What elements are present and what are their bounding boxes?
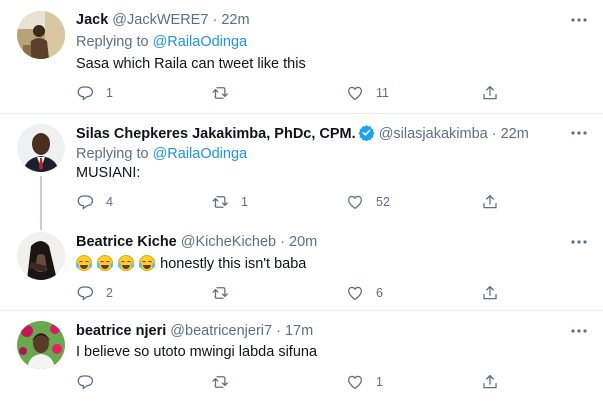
reply-button[interactable]: 2 bbox=[76, 283, 113, 303]
share-icon bbox=[483, 194, 497, 209]
reply-icon bbox=[77, 375, 94, 390]
like-button[interactable]: 6 bbox=[346, 283, 383, 303]
replying-to: Replying to @RailaOdinga bbox=[76, 145, 247, 163]
more-icon[interactable] bbox=[569, 125, 589, 141]
replying-to-label: Replying to bbox=[76, 34, 149, 50]
timestamp[interactable]: 17m bbox=[285, 323, 313, 339]
avatar[interactable] bbox=[17, 11, 65, 59]
avatar[interactable] bbox=[17, 232, 65, 280]
like-icon bbox=[347, 286, 363, 301]
user-handle[interactable]: @KicheKicheb bbox=[181, 234, 276, 250]
like-button[interactable]: 1 bbox=[346, 372, 383, 392]
like-button[interactable]: 11 bbox=[346, 83, 389, 103]
display-name[interactable]: Jack bbox=[76, 12, 108, 28]
like-count: 1 bbox=[376, 375, 383, 389]
retweet-button[interactable] bbox=[211, 83, 241, 103]
avatar[interactable] bbox=[17, 124, 65, 172]
timestamp[interactable]: 22m bbox=[501, 126, 529, 142]
conversation-feed: Jack @JackWERE7 · 22m Replying to @Raila… bbox=[0, 0, 603, 403]
reply-button[interactable] bbox=[76, 372, 106, 392]
reply-count: 4 bbox=[106, 195, 113, 209]
like-icon bbox=[347, 86, 363, 101]
reply-count: 2 bbox=[106, 286, 113, 300]
share-icon bbox=[483, 85, 497, 100]
tweet-header: beatrice njeri @beatricenjeri7 · 17m bbox=[76, 322, 313, 340]
display-name[interactable]: Beatrice Kiche bbox=[76, 234, 177, 250]
reply-button[interactable]: 4 bbox=[76, 192, 113, 212]
tweet-header: Beatrice Kiche @KicheKicheb · 20m bbox=[76, 233, 317, 251]
more-icon[interactable] bbox=[569, 323, 589, 339]
timestamp[interactable]: 20m bbox=[289, 234, 317, 250]
tweet-beatrice-njeri[interactable]: beatrice njeri @beatricenjeri7 · 17m I b… bbox=[0, 311, 603, 403]
like-icon bbox=[347, 375, 363, 390]
share-icon bbox=[483, 374, 497, 389]
action-bar: 1 11 bbox=[76, 83, 596, 103]
separator-dot: · bbox=[212, 12, 218, 28]
like-button[interactable]: 52 bbox=[346, 192, 390, 212]
tweet-header: Jack @JackWERE7 · 22m bbox=[76, 11, 250, 29]
retweet-icon bbox=[212, 87, 228, 99]
action-bar: 4 1 52 bbox=[76, 192, 596, 212]
display-name[interactable]: beatrice njeri bbox=[76, 323, 166, 339]
share-button[interactable] bbox=[481, 192, 499, 212]
user-handle[interactable]: @beatricenjeri7 bbox=[170, 323, 272, 339]
tweet-jack[interactable]: Jack @JackWERE7 · 22m Replying to @Raila… bbox=[0, 0, 603, 113]
retweet-count: 1 bbox=[241, 195, 248, 209]
face-with-tears-of-joy-icon bbox=[139, 255, 156, 271]
separator-dot: · bbox=[491, 126, 497, 142]
tweet-text: I believe so utoto mwingi labda sifuna bbox=[76, 344, 318, 360]
separator-dot: · bbox=[280, 234, 285, 250]
like-count: 6 bbox=[376, 286, 383, 300]
thread-line bbox=[40, 176, 42, 222]
like-count: 11 bbox=[376, 86, 389, 100]
share-button[interactable] bbox=[481, 283, 499, 303]
like-count: 52 bbox=[376, 195, 390, 209]
face-with-tears-of-joy-icon bbox=[76, 255, 92, 271]
user-handle[interactable]: @JackWERE7 bbox=[112, 12, 208, 28]
retweet-icon bbox=[212, 287, 228, 299]
thread-line bbox=[40, 222, 42, 230]
share-icon bbox=[483, 285, 497, 300]
reply-icon bbox=[77, 286, 94, 301]
retweet-button[interactable]: 1 bbox=[211, 192, 248, 212]
reply-icon bbox=[77, 86, 94, 101]
share-button[interactable] bbox=[481, 83, 499, 103]
action-bar: 1 bbox=[76, 372, 596, 392]
verified-badge-icon bbox=[358, 124, 375, 146]
reply-button[interactable]: 1 bbox=[76, 83, 113, 103]
tweet-beatrice-kiche[interactable]: Beatrice Kiche @KicheKicheb · 20m honest… bbox=[0, 222, 603, 310]
display-name[interactable]: Silas Chepkeres Jakakimba, PhDc, CPM. bbox=[76, 126, 356, 142]
share-button[interactable] bbox=[481, 372, 499, 392]
separator-dot: · bbox=[276, 323, 281, 339]
mention-link[interactable]: @RailaOdinga bbox=[153, 34, 248, 50]
replying-to-label: Replying to bbox=[76, 146, 149, 162]
replying-to: Replying to @RailaOdinga bbox=[76, 33, 247, 51]
like-icon bbox=[347, 195, 363, 210]
retweet-button[interactable] bbox=[211, 372, 241, 392]
action-bar: 2 6 bbox=[76, 283, 596, 303]
tweet-header: Silas Chepkeres Jakakimba, PhDc, CPM. @s… bbox=[76, 124, 529, 146]
tweet-text: Sasa which Raila can tweet like this bbox=[76, 56, 306, 72]
retweet-icon bbox=[212, 196, 228, 208]
mention-link[interactable]: @RailaOdinga bbox=[153, 146, 248, 162]
tweet-silas[interactable]: Silas Chepkeres Jakakimba, PhDc, CPM. @s… bbox=[0, 114, 603, 222]
reply-icon bbox=[77, 195, 94, 210]
tweet-text: MUSIANI: bbox=[76, 165, 141, 181]
user-handle[interactable]: @silasjakakimba bbox=[379, 126, 488, 142]
reply-count: 1 bbox=[106, 86, 113, 100]
face-with-tears-of-joy-icon bbox=[118, 255, 135, 271]
tweet-text-content: honestly this isn't baba bbox=[160, 256, 307, 272]
face-with-tears-of-joy-icon bbox=[97, 255, 114, 271]
more-icon[interactable] bbox=[569, 234, 589, 250]
timestamp[interactable]: 22m bbox=[221, 12, 249, 28]
avatar[interactable] bbox=[17, 321, 65, 369]
more-icon[interactable] bbox=[569, 12, 589, 28]
retweet-button[interactable] bbox=[211, 283, 241, 303]
tweet-text: honestly this isn't baba bbox=[76, 255, 306, 273]
retweet-icon bbox=[212, 376, 228, 388]
